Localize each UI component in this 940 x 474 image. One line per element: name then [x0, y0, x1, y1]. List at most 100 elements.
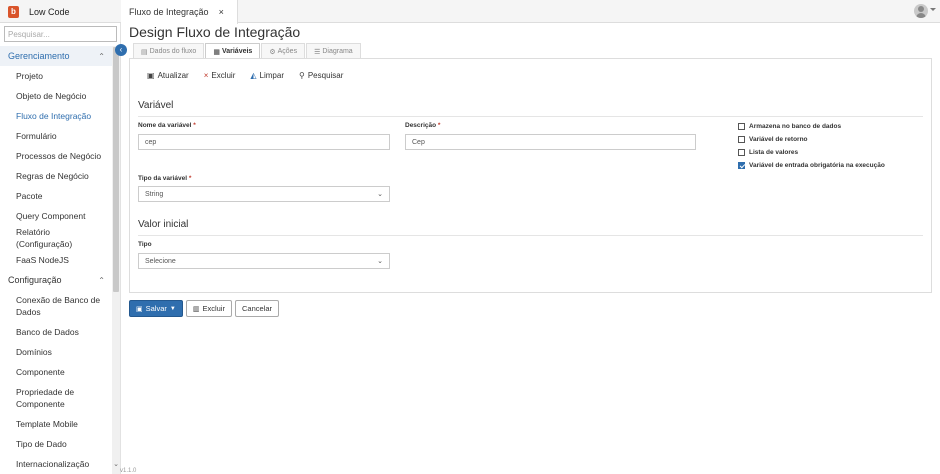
sidebar-item-label: Propriedade de Componente: [16, 387, 75, 409]
delete-button[interactable]: ▥ Excluir: [185, 300, 232, 317]
sidebar-item-tipo-dado[interactable]: Tipo de Dado: [0, 434, 112, 454]
label-text: Nome da variável: [138, 122, 192, 129]
checkbox-box[interactable]: [738, 123, 745, 130]
tab-variaveis[interactable]: ▦ Variáveis: [205, 43, 261, 59]
refresh-label: Atualizar: [157, 71, 189, 80]
brand[interactable]: b Low Code: [0, 0, 121, 23]
sidebar-item-projeto[interactable]: Projeto: [0, 66, 112, 86]
return-variable-checkbox[interactable]: Variável de retorno: [738, 136, 808, 143]
sidebar-nav: Gerenciamento ⌃ Projeto Objeto de Negóci…: [0, 46, 112, 474]
version-text: v1.1.0: [120, 468, 137, 474]
variables-icon: ▦: [213, 48, 220, 56]
tab-label: Fluxo de Integração: [129, 7, 209, 17]
checkbox-label: Armazena no banco de dados: [749, 123, 842, 130]
store-in-db-checkbox[interactable]: Armazena no banco de dados: [738, 123, 841, 130]
clear-button[interactable]: ◭ Limpar: [250, 71, 284, 80]
cancel-button[interactable]: Cancelar: [234, 300, 279, 317]
checkbox-box[interactable]: [738, 162, 745, 169]
close-icon: ×: [203, 71, 209, 80]
initial-value-section-title: Valor inicial: [138, 219, 189, 230]
select-value: Selecione: [145, 257, 176, 265]
variable-type-select[interactable]: String ⌄: [138, 186, 390, 202]
page-title: Design Fluxo de Integração: [129, 24, 301, 40]
save-button[interactable]: ▣ Salvar ▼: [129, 300, 183, 317]
sidebar-item-processos-negocio[interactable]: Processos de Negócio: [0, 146, 112, 166]
sidebar-item-label: Pacote: [16, 191, 43, 201]
user-avatar[interactable]: [914, 4, 928, 18]
initial-type-select[interactable]: Selecione ⌄: [138, 253, 390, 269]
content-tabs: ▤ Dados do fluxo ▦ Variáveis ⚙ Ações ☰ Diagr…: [133, 43, 362, 59]
sidebar-item-propriedade-componente[interactable]: Propriedade de Componente: [0, 382, 112, 414]
delete-label: Excluir: [202, 304, 225, 313]
sidebar-item-label: Relatório (Configuração): [16, 227, 73, 249]
sidebar-item-conexao-banco[interactable]: Conexão de Banco de Dados: [0, 290, 112, 322]
sidebar-item-faas[interactable]: FaaS NodeJS: [0, 250, 112, 270]
tab-fluxo-integracao[interactable]: Fluxo de Integração ×: [121, 0, 238, 24]
sidebar-item-label: Componente: [16, 367, 65, 377]
sidebar-item-label: Internacionalização: [16, 459, 90, 469]
search-button[interactable]: ⚲ Pesquisar: [299, 71, 343, 80]
sidebar-item-internacionalizacao[interactable]: Internacionalização: [0, 454, 112, 474]
actions-icon: ⚙: [269, 48, 276, 56]
variable-name-input[interactable]: cep: [138, 134, 390, 150]
value-list-checkbox[interactable]: Lista de valores: [738, 149, 798, 156]
sidebar-scroll-thumb[interactable]: [113, 47, 119, 292]
close-tab-icon[interactable]: ×: [219, 7, 224, 17]
collapse-sidebar-icon[interactable]: ‹: [115, 44, 127, 56]
checkbox-label: Lista de valores: [749, 149, 799, 156]
sidebar-group-label: Gerenciamento: [8, 51, 70, 61]
chevron-up-icon: ⌃: [98, 51, 105, 61]
scroll-down-icon[interactable]: ⌄: [113, 460, 119, 468]
sidebar-item-label: Regras de Negócio: [16, 171, 89, 181]
tab-label: Ações: [277, 48, 298, 55]
chevron-down-icon: ⌄: [377, 191, 383, 198]
tab-acoes[interactable]: ⚙ Ações: [261, 43, 306, 59]
app-name: Low Code: [29, 6, 70, 17]
search-label: Pesquisar: [307, 71, 344, 80]
tab-dados-fluxo[interactable]: ▤ Dados do fluxo: [133, 43, 205, 59]
sidebar-item-query-component[interactable]: Query Component: [0, 206, 112, 226]
tab-diagrama[interactable]: ☰ Diagrama: [306, 43, 361, 59]
chevron-down-icon: ⌄: [377, 258, 383, 265]
label-text: Descrição: [405, 122, 437, 129]
refresh-button[interactable]: ▣ Atualizar: [147, 71, 189, 80]
sidebar-item-fluxo-integracao[interactable]: Fluxo de Integração: [0, 106, 112, 126]
divider: [138, 235, 923, 236]
required-marker: *: [188, 175, 192, 182]
sidebar-search-input[interactable]: [4, 26, 117, 42]
save-disk-icon: ▣: [136, 305, 143, 313]
description-label: Descrição *: [405, 122, 440, 129]
sidebar-item-label: Projeto: [16, 71, 43, 81]
sidebar-item-componente[interactable]: Componente: [0, 362, 112, 382]
label-text: Tipo da variável: [138, 175, 188, 182]
sidebar-item-label: Tipo de Dado: [16, 439, 67, 449]
sidebar-group-gerenciamento[interactable]: Gerenciamento ⌃: [0, 46, 112, 66]
sidebar-group-label: Configuração: [8, 275, 62, 285]
sidebar-item-objeto-negocio[interactable]: Objeto de Negócio: [0, 86, 112, 106]
checkbox-box[interactable]: [738, 149, 745, 156]
sidebar-item-label: Banco de Dados: [16, 327, 79, 337]
required-input-checkbox[interactable]: Variável de entrada obrigatória na execu…: [738, 162, 885, 169]
delete-toolbar-button[interactable]: × Excluir: [204, 71, 236, 80]
sidebar-item-label: FaaS NodeJS: [16, 255, 69, 265]
sidebar-item-banco-dados[interactable]: Banco de Dados: [0, 322, 112, 342]
sidebar-group-configuracao[interactable]: Configuração ⌃: [0, 270, 112, 290]
checkbox-box[interactable]: [738, 136, 745, 143]
sidebar-item-regras-negocio[interactable]: Regras de Negócio: [0, 166, 112, 186]
sidebar-item-template-mobile[interactable]: Template Mobile: [0, 414, 112, 434]
sidebar-item-label: Template Mobile: [16, 419, 78, 429]
sidebar-item-label: Conexão de Banco de Dados: [16, 295, 101, 317]
description-input[interactable]: Cep: [405, 134, 696, 150]
document-icon: ▤: [141, 48, 148, 56]
tab-label: Dados do fluxo: [149, 48, 197, 55]
sidebar-item-label: Processos de Negócio: [16, 151, 102, 161]
caret-down-icon: ▼: [169, 305, 176, 312]
sidebar-item-dominios[interactable]: Domínios: [0, 342, 112, 362]
initial-type-label: Tipo: [138, 241, 152, 248]
sidebar-item-relatorio[interactable]: Relatório (Configuração): [0, 226, 112, 250]
variable-section-title: Variável: [138, 100, 174, 111]
variables-toolbar: ▣ Atualizar × Excluir ◭ Limpar ⚲ Pesquisar: [147, 71, 358, 80]
sidebar-item-formulario[interactable]: Formulário: [0, 126, 112, 146]
sidebar-item-pacote[interactable]: Pacote: [0, 186, 112, 206]
user-menu-caret-icon[interactable]: [930, 8, 936, 11]
